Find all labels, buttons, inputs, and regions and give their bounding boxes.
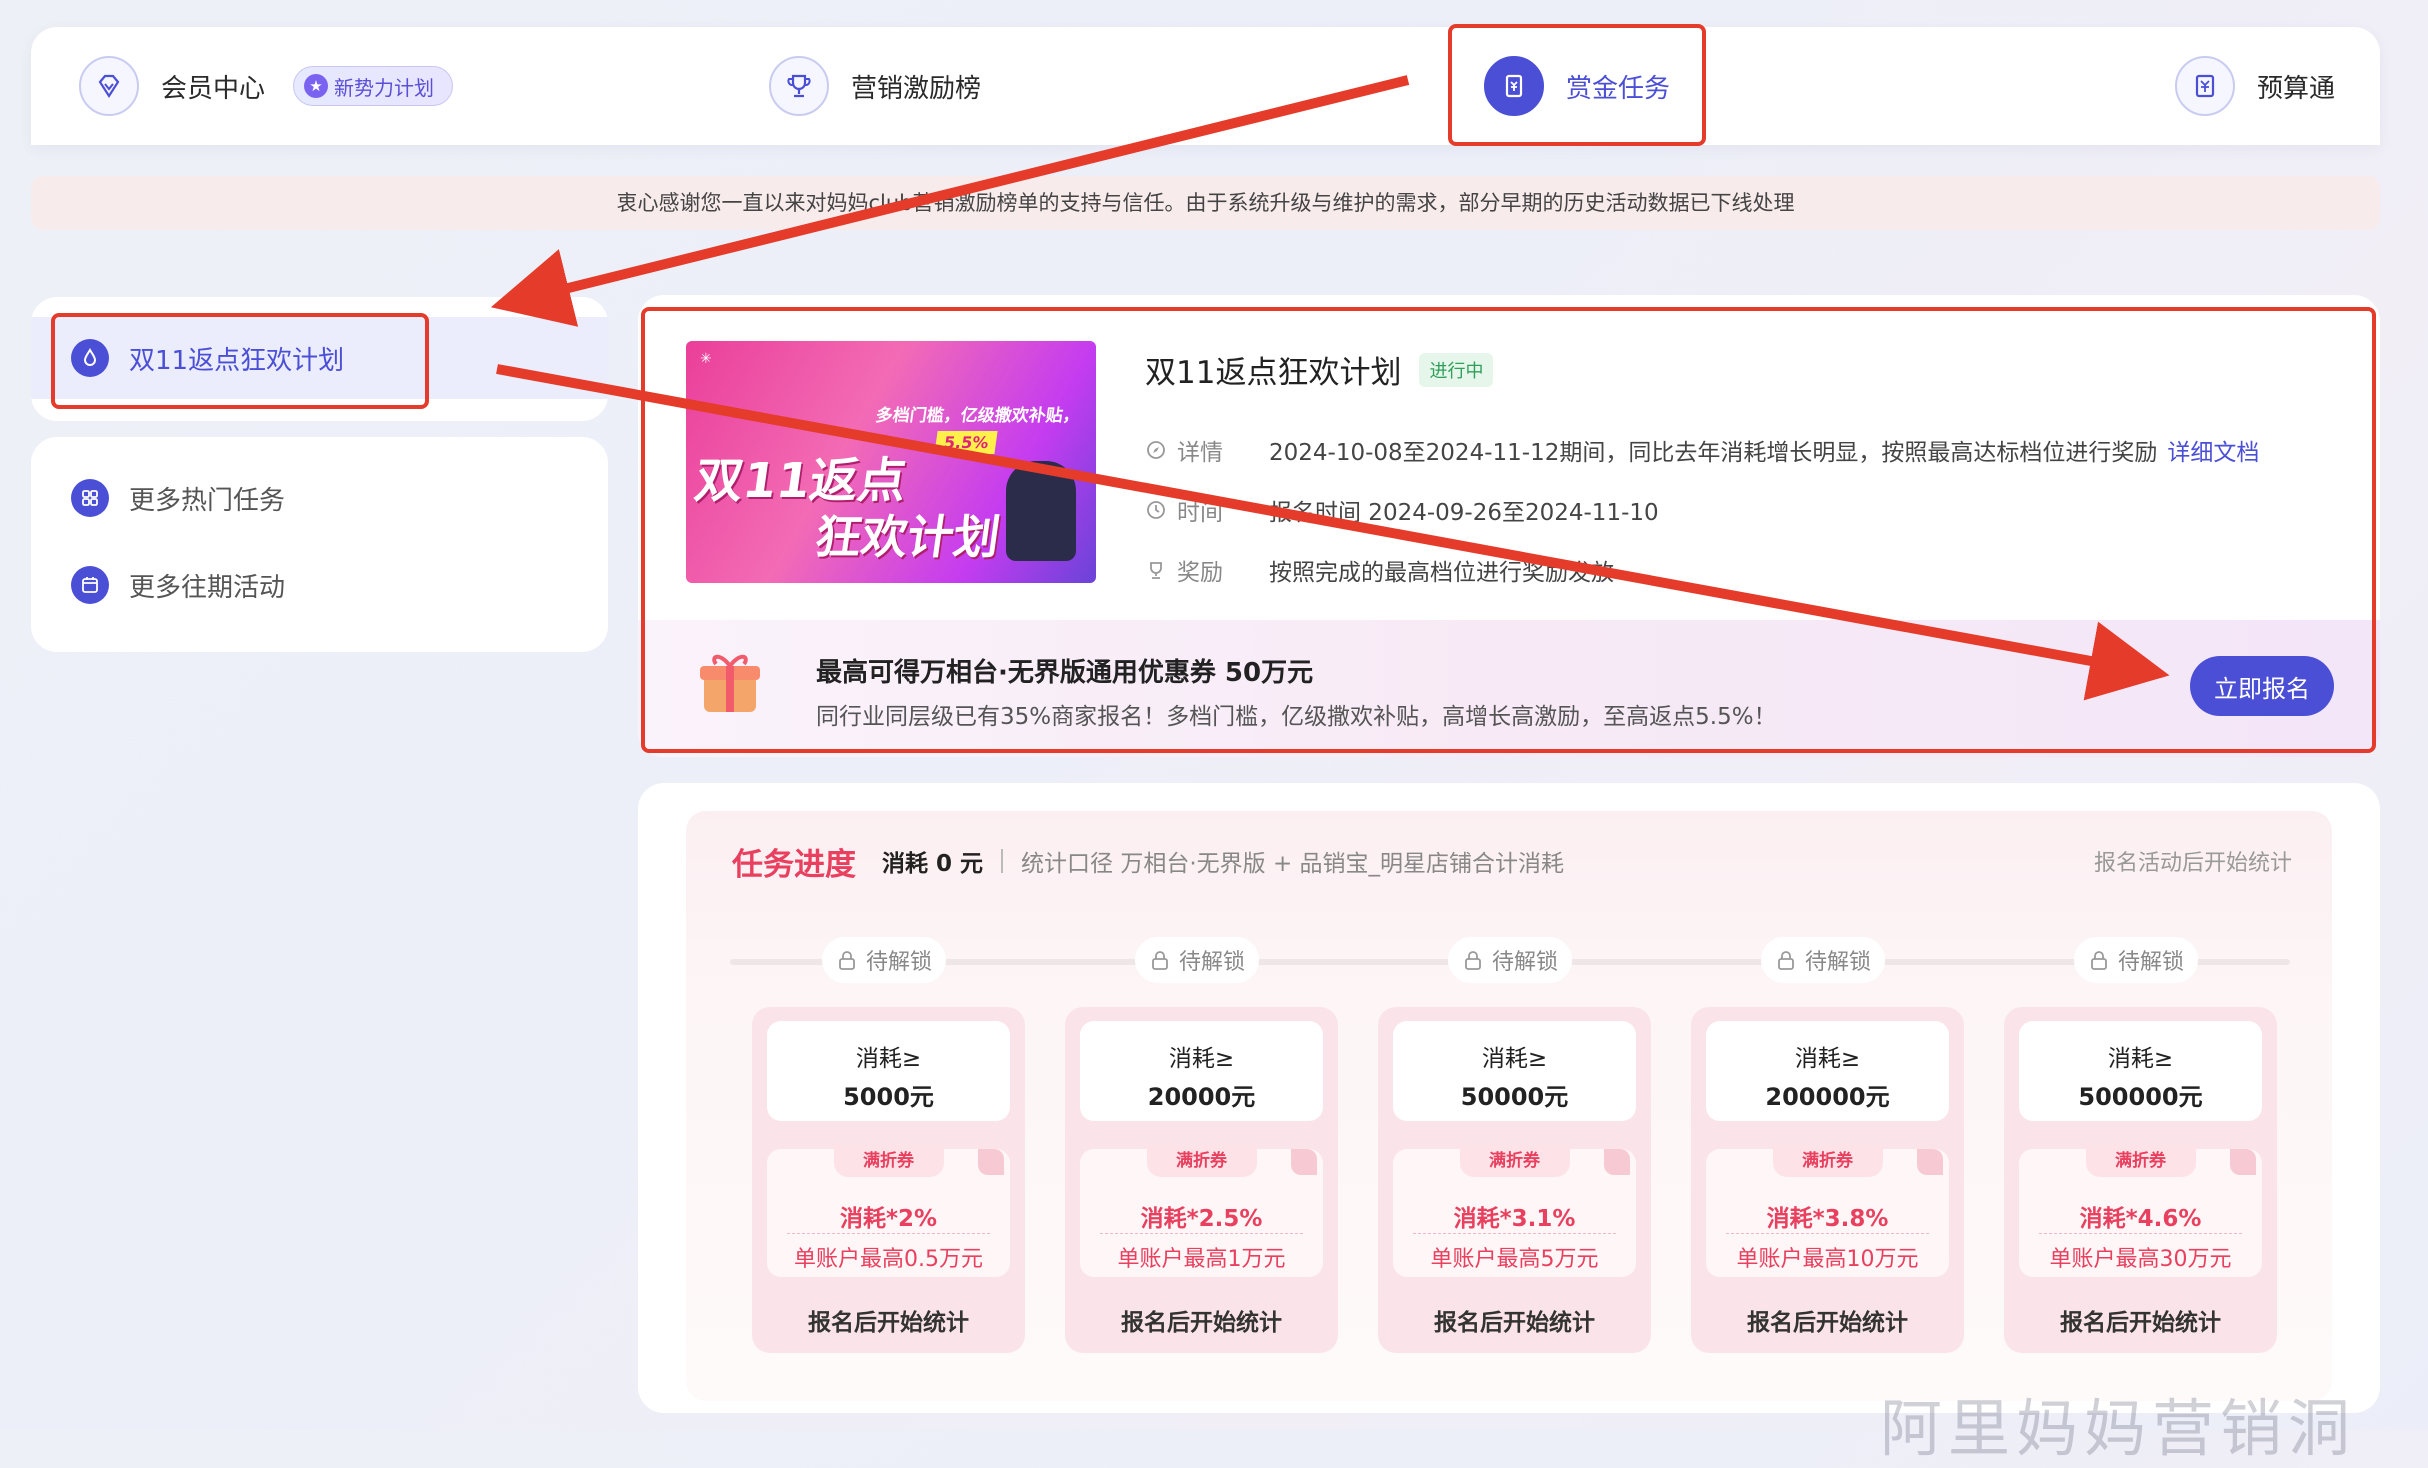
watermark: 阿里妈妈营销洞	[1880, 1392, 2357, 1465]
arrow-to-sidebar	[490, 75, 1410, 327]
annotation-arrows	[490, 75, 2170, 701]
arrow-to-signup	[496, 364, 2170, 701]
